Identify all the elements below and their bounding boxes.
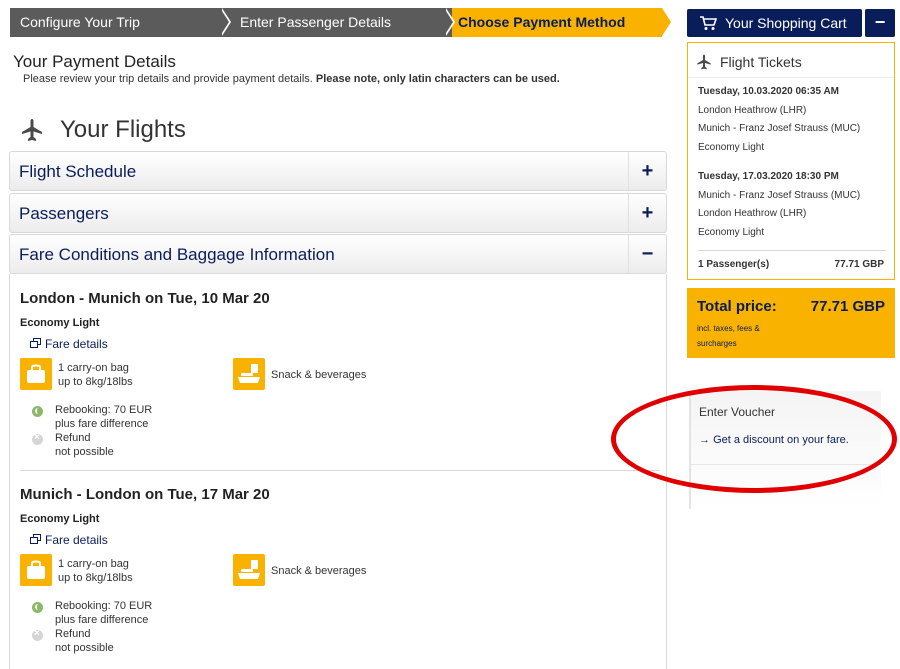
voucher-link-label: Get a discount on your fare. xyxy=(713,434,849,446)
accordion-label: Passengers xyxy=(19,204,109,223)
accordion-flight-schedule[interactable]: Flight Schedule + xyxy=(9,151,667,191)
snack-icon xyxy=(233,358,265,390)
expand-icon[interactable]: + xyxy=(628,152,666,190)
not-allowed-icon xyxy=(32,431,43,445)
voucher-link[interactable]: → Get a discount on your fare. xyxy=(699,434,849,446)
total-label: Total price: xyxy=(697,298,777,315)
refund-label: Refund xyxy=(55,628,91,640)
rebooking-fee: Rebooking: 70 EUR xyxy=(55,404,153,416)
tickets-price: 77.71 GBP xyxy=(834,259,884,270)
fare-conditions-panel: London - Munich on Tue, 10 Mar 20 Econom… xyxy=(9,274,667,669)
cart-collapse-button[interactable]: − xyxy=(865,9,895,37)
subtitle-note: Please note, only latin characters can b… xyxy=(315,73,560,85)
accordion-passengers[interactable]: Passengers + xyxy=(9,193,667,233)
booking-steps: Configure Your Trip Enter Passenger Deta… xyxy=(10,8,671,37)
outbound-date: Tuesday, 10.03.2020 06:35 AM xyxy=(698,86,840,97)
baggage-line: 1 carry-on bag xyxy=(58,362,129,374)
total-note: incl. taxes, fees & surcharges xyxy=(697,324,760,348)
fare-details-link[interactable]: Fare details xyxy=(30,337,108,351)
step-configure-trip[interactable]: Configure Your Trip xyxy=(10,8,228,37)
baggage-weight: up to 8kg/18lbs xyxy=(58,376,133,388)
refund-note: not possible xyxy=(55,446,114,458)
carry-on-bag-icon xyxy=(20,358,52,390)
divider xyxy=(689,464,881,465)
external-window-icon xyxy=(30,338,41,349)
divider xyxy=(689,391,691,509)
return-class: Economy Light xyxy=(698,227,765,238)
fare-details-link[interactable]: Fare details xyxy=(30,533,108,547)
snack-label: Snack & beverages xyxy=(271,369,367,381)
rebooking-icon xyxy=(32,602,43,613)
rebooking-fee: Rebooking: 70 EUR xyxy=(55,600,153,612)
baggage-line: 1 carry-on bag xyxy=(58,558,129,570)
divider xyxy=(698,250,886,251)
segment-title: Munich - London on Tue, 17 Mar 20 xyxy=(20,486,270,503)
flight-segment: London - Munich on Tue, 10 Mar 20 Econom… xyxy=(20,290,660,458)
external-window-icon xyxy=(30,534,41,545)
rebooking-note: plus fare difference xyxy=(55,418,149,430)
carry-on-bag-icon xyxy=(20,554,52,586)
tickets-title: Flight Tickets xyxy=(720,54,802,70)
snack-icon xyxy=(233,554,265,586)
baggage-allowance: 1 carry-on bag up to 8kg/18lbs xyxy=(58,557,133,585)
refund-note: not possible xyxy=(55,642,114,654)
segment-divider xyxy=(20,470,660,471)
step-chevron xyxy=(444,8,453,36)
voucher-title: Enter Voucher xyxy=(699,405,776,419)
baggage-weight: up to 8kg/18lbs xyxy=(58,572,133,584)
fare-details-label: Fare details xyxy=(45,533,108,547)
total-amount: 77.71 GBP xyxy=(810,298,885,315)
rebooking-note: plus fare difference xyxy=(55,614,149,626)
accordion-fare-conditions[interactable]: Fare Conditions and Baggage Information … xyxy=(9,234,667,274)
expand-icon[interactable]: + xyxy=(628,194,666,232)
step-chevron xyxy=(662,8,671,36)
flight-tickets-summary: Flight Tickets Tuesday, 10.03.2020 06:35… xyxy=(687,42,895,280)
fare-details-label: Fare details xyxy=(45,337,108,351)
return-from: Munich - Franz Josef Strauss (MUC) xyxy=(698,190,861,201)
outbound-from: London Heathrow (LHR) xyxy=(698,105,807,116)
fare-class: Economy Light xyxy=(20,513,100,525)
flight-segment: Munich - London on Tue, 17 Mar 20 Econom… xyxy=(20,486,660,654)
cart-label: Your Shopping Cart xyxy=(725,15,847,31)
rebooking-icon xyxy=(32,406,43,417)
shopping-cart-icon xyxy=(700,16,717,30)
baggage-allowance: 1 carry-on bag up to 8kg/18lbs xyxy=(58,361,133,389)
airplane-icon xyxy=(697,54,711,70)
arrow-right-icon: → xyxy=(699,434,710,446)
voucher-panel: Enter Voucher → Get a discount on your f… xyxy=(689,391,881,509)
flights-title: Your Flights xyxy=(60,116,186,143)
fare-class: Economy Light xyxy=(20,317,100,329)
subtitle-text: Please review your trip details and prov… xyxy=(23,73,316,85)
shopping-cart-button[interactable]: Your Shopping Cart xyxy=(687,9,862,37)
snack-label: Snack & beverages xyxy=(271,565,367,577)
accordion-label: Fare Conditions and Baggage Information xyxy=(19,245,335,264)
return-date: Tuesday, 17.03.2020 18:30 PM xyxy=(698,171,839,182)
page-subtitle: Please review your trip details and prov… xyxy=(23,73,560,85)
return-to: London Heathrow (LHR) xyxy=(698,208,807,219)
total-price-box: Total price: 77.71 GBP incl. taxes, fees… xyxy=(687,288,895,358)
divider xyxy=(688,77,894,78)
outbound-to: Munich - Franz Josef Strauss (MUC) xyxy=(698,123,861,134)
refund-label: Refund xyxy=(55,432,91,444)
accordion-label: Flight Schedule xyxy=(19,162,137,181)
step-chevron xyxy=(220,8,229,36)
collapse-icon[interactable]: − xyxy=(628,235,666,273)
outbound-class: Economy Light xyxy=(698,142,765,153)
airplane-icon xyxy=(22,119,42,141)
step-passenger-details[interactable]: Enter Passenger Details xyxy=(228,8,452,37)
not-allowed-icon xyxy=(32,627,43,641)
segment-title: London - Munich on Tue, 10 Mar 20 xyxy=(20,290,270,307)
step-payment-method: Choose Payment Method xyxy=(452,8,662,37)
page-title: Your Payment Details xyxy=(13,52,176,71)
passenger-count: 1 Passenger(s) xyxy=(698,259,770,270)
